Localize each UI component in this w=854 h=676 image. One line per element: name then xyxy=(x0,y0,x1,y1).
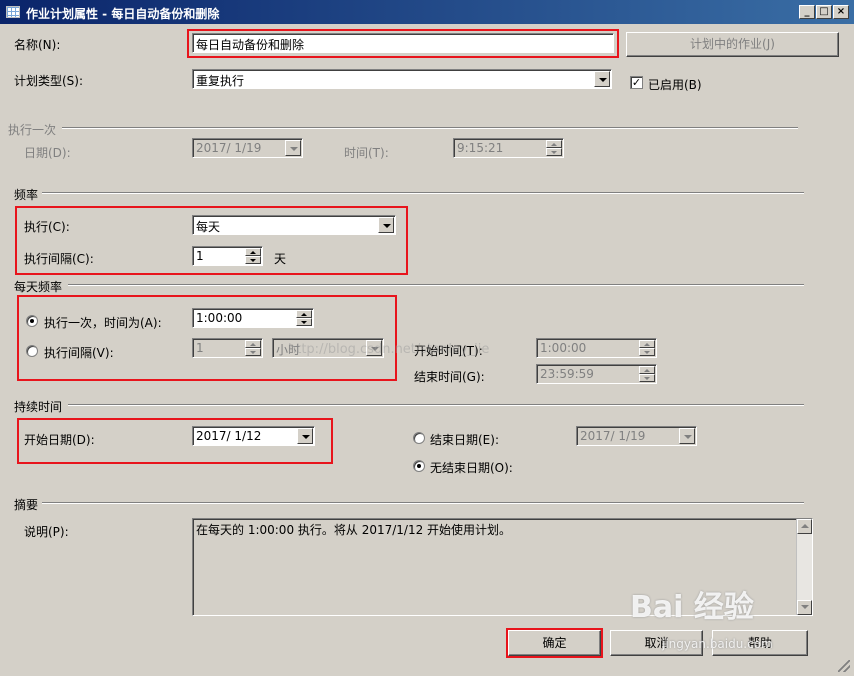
recurs-label: 执行间隔(C): xyxy=(24,252,94,266)
chevron-down-icon[interactable] xyxy=(297,428,313,444)
maximize-button[interactable]: □ xyxy=(816,5,832,19)
jobs-in-schedule-button[interactable]: 计划中的作业(J) xyxy=(626,32,839,57)
resize-grip-icon[interactable] xyxy=(838,660,850,672)
start-date-label: 开始日期(D): xyxy=(24,433,95,447)
description-text: 在每天的 1:00:00 执行。将从 2017/1/12 开始使用计划。 xyxy=(196,523,512,537)
highlight-name xyxy=(187,29,619,58)
description-label: 说明(P): xyxy=(24,525,69,539)
end-date-radio[interactable] xyxy=(413,432,425,444)
spin-down-icon[interactable] xyxy=(245,256,261,264)
chevron-down-icon[interactable] xyxy=(679,428,695,444)
end-time-value: 23:59:59 xyxy=(540,367,594,381)
one-time-date-value: 2017/ 1/19 xyxy=(196,141,262,155)
recurs-spinner[interactable] xyxy=(245,248,261,264)
daily-frequency-separator xyxy=(68,284,804,286)
spin-down-icon[interactable] xyxy=(639,348,655,356)
watermark-url: http://blog.csdn.net/stanley_jie xyxy=(288,342,490,357)
time-spinner[interactable] xyxy=(296,310,312,326)
every-spinner[interactable] xyxy=(245,340,261,356)
schedule-type-select[interactable]: 重复执行 xyxy=(192,69,612,89)
spin-up-icon[interactable] xyxy=(639,340,655,348)
window-title: 作业计划属性 - 每日自动备份和删除 xyxy=(26,7,220,21)
duration-section-title: 持续时间 xyxy=(14,400,63,414)
summary-separator xyxy=(42,502,804,504)
daily-frequency-section-title: 每天频率 xyxy=(14,280,63,294)
time-spinner[interactable] xyxy=(639,340,655,356)
name-label: 名称(N): xyxy=(14,38,61,52)
schedule-grid-icon xyxy=(6,6,20,18)
one-time-date-picker[interactable]: 2017/ 1/19 xyxy=(192,138,303,158)
spin-down-icon[interactable] xyxy=(245,348,261,356)
once-at-time-value: 1:00:00 xyxy=(196,311,243,325)
watermark-brand: Bai 经验 xyxy=(630,590,754,625)
occurs-every-label: 执行间隔(V): xyxy=(44,346,114,360)
start-time-value: 1:00:00 xyxy=(540,341,587,355)
one-time-date-label: 日期(D): xyxy=(24,146,71,160)
one-time-time-input[interactable]: 9:15:21 xyxy=(453,138,564,158)
occurs-every-input[interactable]: 1 xyxy=(192,338,263,358)
highlight-ok xyxy=(506,628,603,658)
end-date-value: 2017/ 1/19 xyxy=(580,429,646,443)
start-date-picker[interactable]: 2017/ 1/12 xyxy=(192,426,315,446)
spin-up-icon[interactable] xyxy=(296,310,312,318)
one-time-time-label: 时间(T): xyxy=(344,146,389,160)
enabled-label: 已启用(B) xyxy=(648,78,702,92)
summary-section-title: 摘要 xyxy=(14,498,39,512)
occurs-value: 每天 xyxy=(196,220,221,234)
occurs-select[interactable]: 每天 xyxy=(192,215,396,235)
once-at-label: 执行一次，时间为(A): xyxy=(44,316,162,330)
close-button[interactable]: × xyxy=(833,5,849,19)
description-scrollbar[interactable] xyxy=(796,519,812,615)
recurs-unit: 天 xyxy=(274,252,287,266)
schedule-type-label: 计划类型(S): xyxy=(14,74,84,88)
one-time-section-title: 执行一次 xyxy=(8,123,57,137)
no-end-date-label: 无结束日期(O): xyxy=(430,461,513,475)
end-time-label: 结束时间(G): xyxy=(414,370,485,384)
spin-down-icon[interactable] xyxy=(546,148,562,156)
spin-up-icon[interactable] xyxy=(245,340,261,348)
chevron-down-icon[interactable] xyxy=(594,71,610,87)
spin-up-icon[interactable] xyxy=(639,366,655,374)
scroll-up-icon[interactable] xyxy=(797,519,812,534)
watermark-site: jingyan.baidu.com xyxy=(662,637,773,651)
frequency-section-title: 频率 xyxy=(14,188,39,202)
schedule-type-value: 重复执行 xyxy=(196,74,245,88)
chevron-down-icon[interactable] xyxy=(378,217,394,233)
time-spinner[interactable] xyxy=(639,366,655,382)
enabled-checkbox[interactable]: ✓ xyxy=(630,76,643,89)
start-date-value: 2017/ 1/12 xyxy=(196,429,262,443)
no-end-date-radio[interactable] xyxy=(413,460,425,472)
spin-down-icon[interactable] xyxy=(639,374,655,382)
start-time-input[interactable]: 1:00:00 xyxy=(536,338,657,358)
scroll-down-icon[interactable] xyxy=(797,600,812,615)
minimize-button[interactable]: _ xyxy=(799,5,815,19)
time-spinner[interactable] xyxy=(546,140,562,156)
frequency-separator xyxy=(42,192,804,194)
spin-down-icon[interactable] xyxy=(296,318,312,326)
one-time-time-value: 9:15:21 xyxy=(457,141,504,155)
duration-separator xyxy=(68,404,804,406)
spin-up-icon[interactable] xyxy=(245,248,261,256)
one-time-separator xyxy=(62,127,798,129)
occurs-every-radio[interactable] xyxy=(26,345,38,357)
once-at-time-input[interactable]: 1:00:00 xyxy=(192,308,314,328)
recurs-input[interactable]: 1 xyxy=(192,246,263,266)
recurs-value: 1 xyxy=(196,249,204,263)
end-date-label: 结束日期(E): xyxy=(430,433,499,447)
once-at-radio[interactable] xyxy=(26,315,38,327)
end-date-picker[interactable]: 2017/ 1/19 xyxy=(576,426,697,446)
title-bar: 作业计划属性 - 每日自动备份和删除 _ □ × xyxy=(0,0,854,24)
spin-up-icon[interactable] xyxy=(546,140,562,148)
occurs-every-value: 1 xyxy=(196,341,204,355)
occurs-label: 执行(C): xyxy=(24,220,70,234)
chevron-down-icon[interactable] xyxy=(285,140,301,156)
end-time-input[interactable]: 23:59:59 xyxy=(536,364,657,384)
